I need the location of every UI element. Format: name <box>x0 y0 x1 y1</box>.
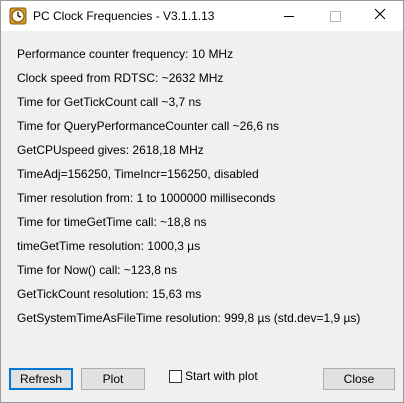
checkbox-box[interactable] <box>169 369 182 383</box>
maximize-icon <box>329 10 341 22</box>
info-line-timer-resolution: Timer resolution from: 1 to 1000000 mill… <box>17 191 276 205</box>
plot-button[interactable]: Plot <box>81 368 145 390</box>
minimize-button[interactable] <box>266 1 312 31</box>
close-icon <box>374 7 386 25</box>
info-line-timegettime-resolution: timeGetTime resolution: 1000,3 µs <box>17 239 201 253</box>
close-window-button[interactable] <box>357 1 403 31</box>
info-line-cpuspeed: GetCPUspeed gives: 2618,18 MHz <box>17 143 204 157</box>
info-line-rdtsc: Clock speed from RDTSC: ~2632 MHz <box>17 71 224 85</box>
minimize-icon <box>284 15 294 17</box>
close-button[interactable]: Close <box>323 368 395 390</box>
start-with-plot-checkbox[interactable]: Start with plot <box>169 368 258 384</box>
info-line-gettickcount-resolution: GetTickCount resolution: 15,63 ms <box>17 287 202 301</box>
info-line-performance-counter: Performance counter frequency: 10 MHz <box>17 47 234 61</box>
maximize-button[interactable] <box>312 1 358 31</box>
info-line-qpc-call: Time for QueryPerformanceCounter call ~2… <box>17 119 280 133</box>
info-line-timegettime-call: Time for timeGetTime call: ~18,8 ns <box>17 215 207 229</box>
info-panel: Performance counter frequency: 10 MHz Cl… <box>1 31 403 402</box>
window-title: PC Clock Frequencies - V3.1.1.13 <box>33 9 215 23</box>
clock-icon <box>9 7 27 25</box>
info-line-timeadj: TimeAdj=156250, TimeIncr=156250, disable… <box>17 167 259 181</box>
app-window: PC Clock Frequencies - V3.1.1.13 Perform… <box>0 0 404 403</box>
info-line-gettickcount-call: Time for GetTickCount call ~3,7 ns <box>17 95 202 109</box>
start-with-plot-label: Start with plot <box>185 369 258 383</box>
refresh-button[interactable]: Refresh <box>9 368 73 390</box>
info-line-filetime-resolution: GetSystemTimeAsFileTime resolution: 999,… <box>17 311 361 325</box>
info-line-now-call: Time for Now() call: ~123,8 ns <box>17 263 177 277</box>
title-bar[interactable]: PC Clock Frequencies - V3.1.1.13 <box>1 1 403 31</box>
